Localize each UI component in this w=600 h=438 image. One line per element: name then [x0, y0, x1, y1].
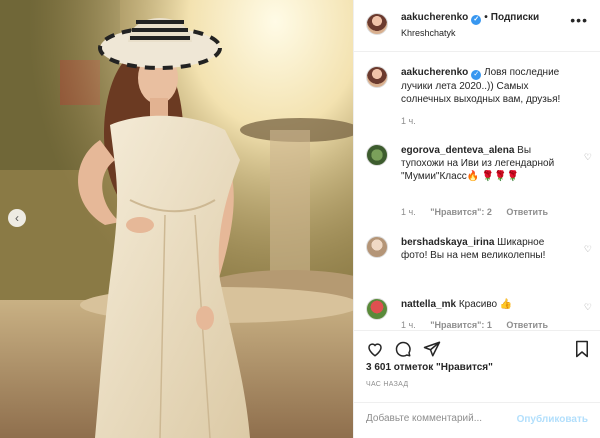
reply-button[interactable]: Ответить	[506, 207, 548, 217]
post-header: aakucherenko ✓ • Подписки Khreshchatyk •••	[354, 0, 600, 52]
separator-dot: •	[484, 12, 488, 23]
heart-icon[interactable]	[366, 340, 384, 358]
comment-meta: 1 ч. "Нравится": 2 Ответить	[401, 207, 560, 217]
post-timestamp[interactable]: ЧАС НАЗАД	[366, 381, 408, 388]
verified-icon: ✓	[471, 70, 482, 80]
username-link[interactable]: aakucherenko	[401, 12, 468, 23]
following-button[interactable]: Подписки	[491, 12, 539, 23]
comment-icon[interactable]	[394, 340, 412, 358]
comment-likes[interactable]: "Нравится": 1	[430, 320, 492, 330]
comment-time[interactable]: 1 ч.	[401, 207, 416, 217]
caption: aakucherenko ✓ Ловя последние лучики лета…	[366, 66, 592, 126]
avatar[interactable]	[366, 236, 388, 258]
previous-photo-button[interactable]: ‹	[8, 209, 26, 227]
comment-input[interactable]	[366, 413, 516, 424]
reply-button[interactable]: Ответить	[506, 320, 548, 330]
avatar[interactable]	[366, 144, 388, 166]
comment-username[interactable]: nattella_mk	[401, 299, 456, 310]
comment-text: bershadskaya_irina Шикарное фото! Вы на …	[401, 236, 572, 262]
heart-icon[interactable]: ♡	[584, 244, 592, 255]
list-item: nattella_mk Красиво 👍 ♡ 1 ч. "Нравится":…	[366, 298, 592, 330]
post-photo[interactable]: ‹	[0, 0, 353, 438]
caption-username[interactable]: aakucherenko	[401, 67, 468, 78]
list-item: bershadskaya_irina Шикарное фото! Вы на …	[366, 236, 592, 296]
publish-button[interactable]: Опубликовать	[517, 414, 588, 425]
share-icon[interactable]	[423, 340, 441, 358]
caption-text: aakucherenko ✓ Ловя последние лучики лета…	[401, 66, 572, 106]
comment-meta: 1 ч. "Нравится": 1 Ответить	[401, 320, 560, 330]
comment-text: egorova_denteva_alena Вы тупохожи на Иви…	[401, 144, 572, 183]
list-item: egorova_denteva_alena Вы тупохожи на Иви…	[366, 144, 592, 219]
heart-icon[interactable]: ♡	[584, 302, 592, 313]
comment-text: nattella_mk Красиво 👍	[401, 298, 572, 311]
bookmark-icon[interactable]	[574, 340, 590, 358]
instagram-post-modal: ‹ aakucherenko ✓ • Подписки Khreshchatyk ••…	[0, 0, 600, 438]
caption-meta: 1 ч.	[401, 116, 428, 126]
avatar[interactable]	[366, 66, 388, 88]
comment-likes[interactable]: "Нравится": 2	[430, 207, 492, 217]
add-comment-bar: Опубликовать	[354, 402, 600, 438]
heart-icon[interactable]: ♡	[584, 152, 592, 163]
avatar[interactable]	[366, 13, 388, 35]
location-link[interactable]: Khreshchatyk	[401, 28, 456, 38]
action-bar	[354, 330, 600, 360]
comments-list[interactable]: aakucherenko ✓ Ловя последние лучики лета…	[354, 53, 600, 330]
comment-body: Красиво 👍	[458, 299, 513, 310]
comment-username[interactable]: bershadskaya_irina	[401, 237, 494, 248]
comment-username[interactable]: egorova_denteva_alena	[401, 145, 514, 156]
photo-illustration	[0, 0, 353, 438]
post-header-user: aakucherenko ✓ • Подписки	[401, 12, 539, 25]
likes-count[interactable]: 3 601 отметок "Нравится"	[366, 362, 493, 373]
more-icon[interactable]: •••	[570, 12, 588, 28]
avatar[interactable]	[366, 298, 388, 320]
post-sidebar: aakucherenko ✓ • Подписки Khreshchatyk ••• …	[353, 0, 600, 438]
verified-icon: ✓	[471, 15, 482, 25]
comment-time[interactable]: 1 ч.	[401, 320, 416, 330]
caption-time[interactable]: 1 ч.	[401, 116, 416, 126]
